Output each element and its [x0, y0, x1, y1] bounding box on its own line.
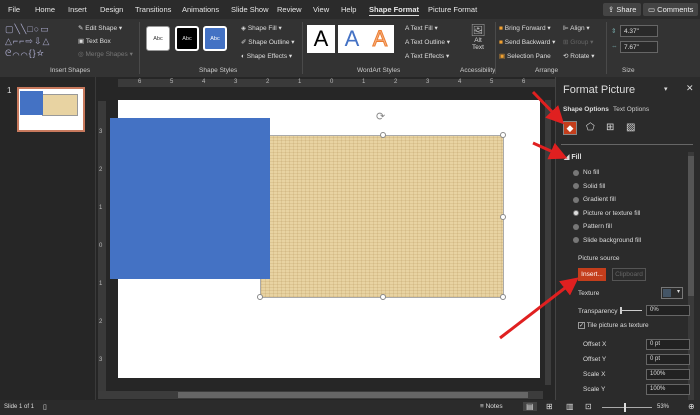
annotation-arrows — [0, 0, 700, 415]
arrow-to-fill-section — [533, 143, 562, 156]
arrow-to-fill-icon — [533, 92, 560, 120]
arrow-to-insert-button — [500, 281, 574, 338]
